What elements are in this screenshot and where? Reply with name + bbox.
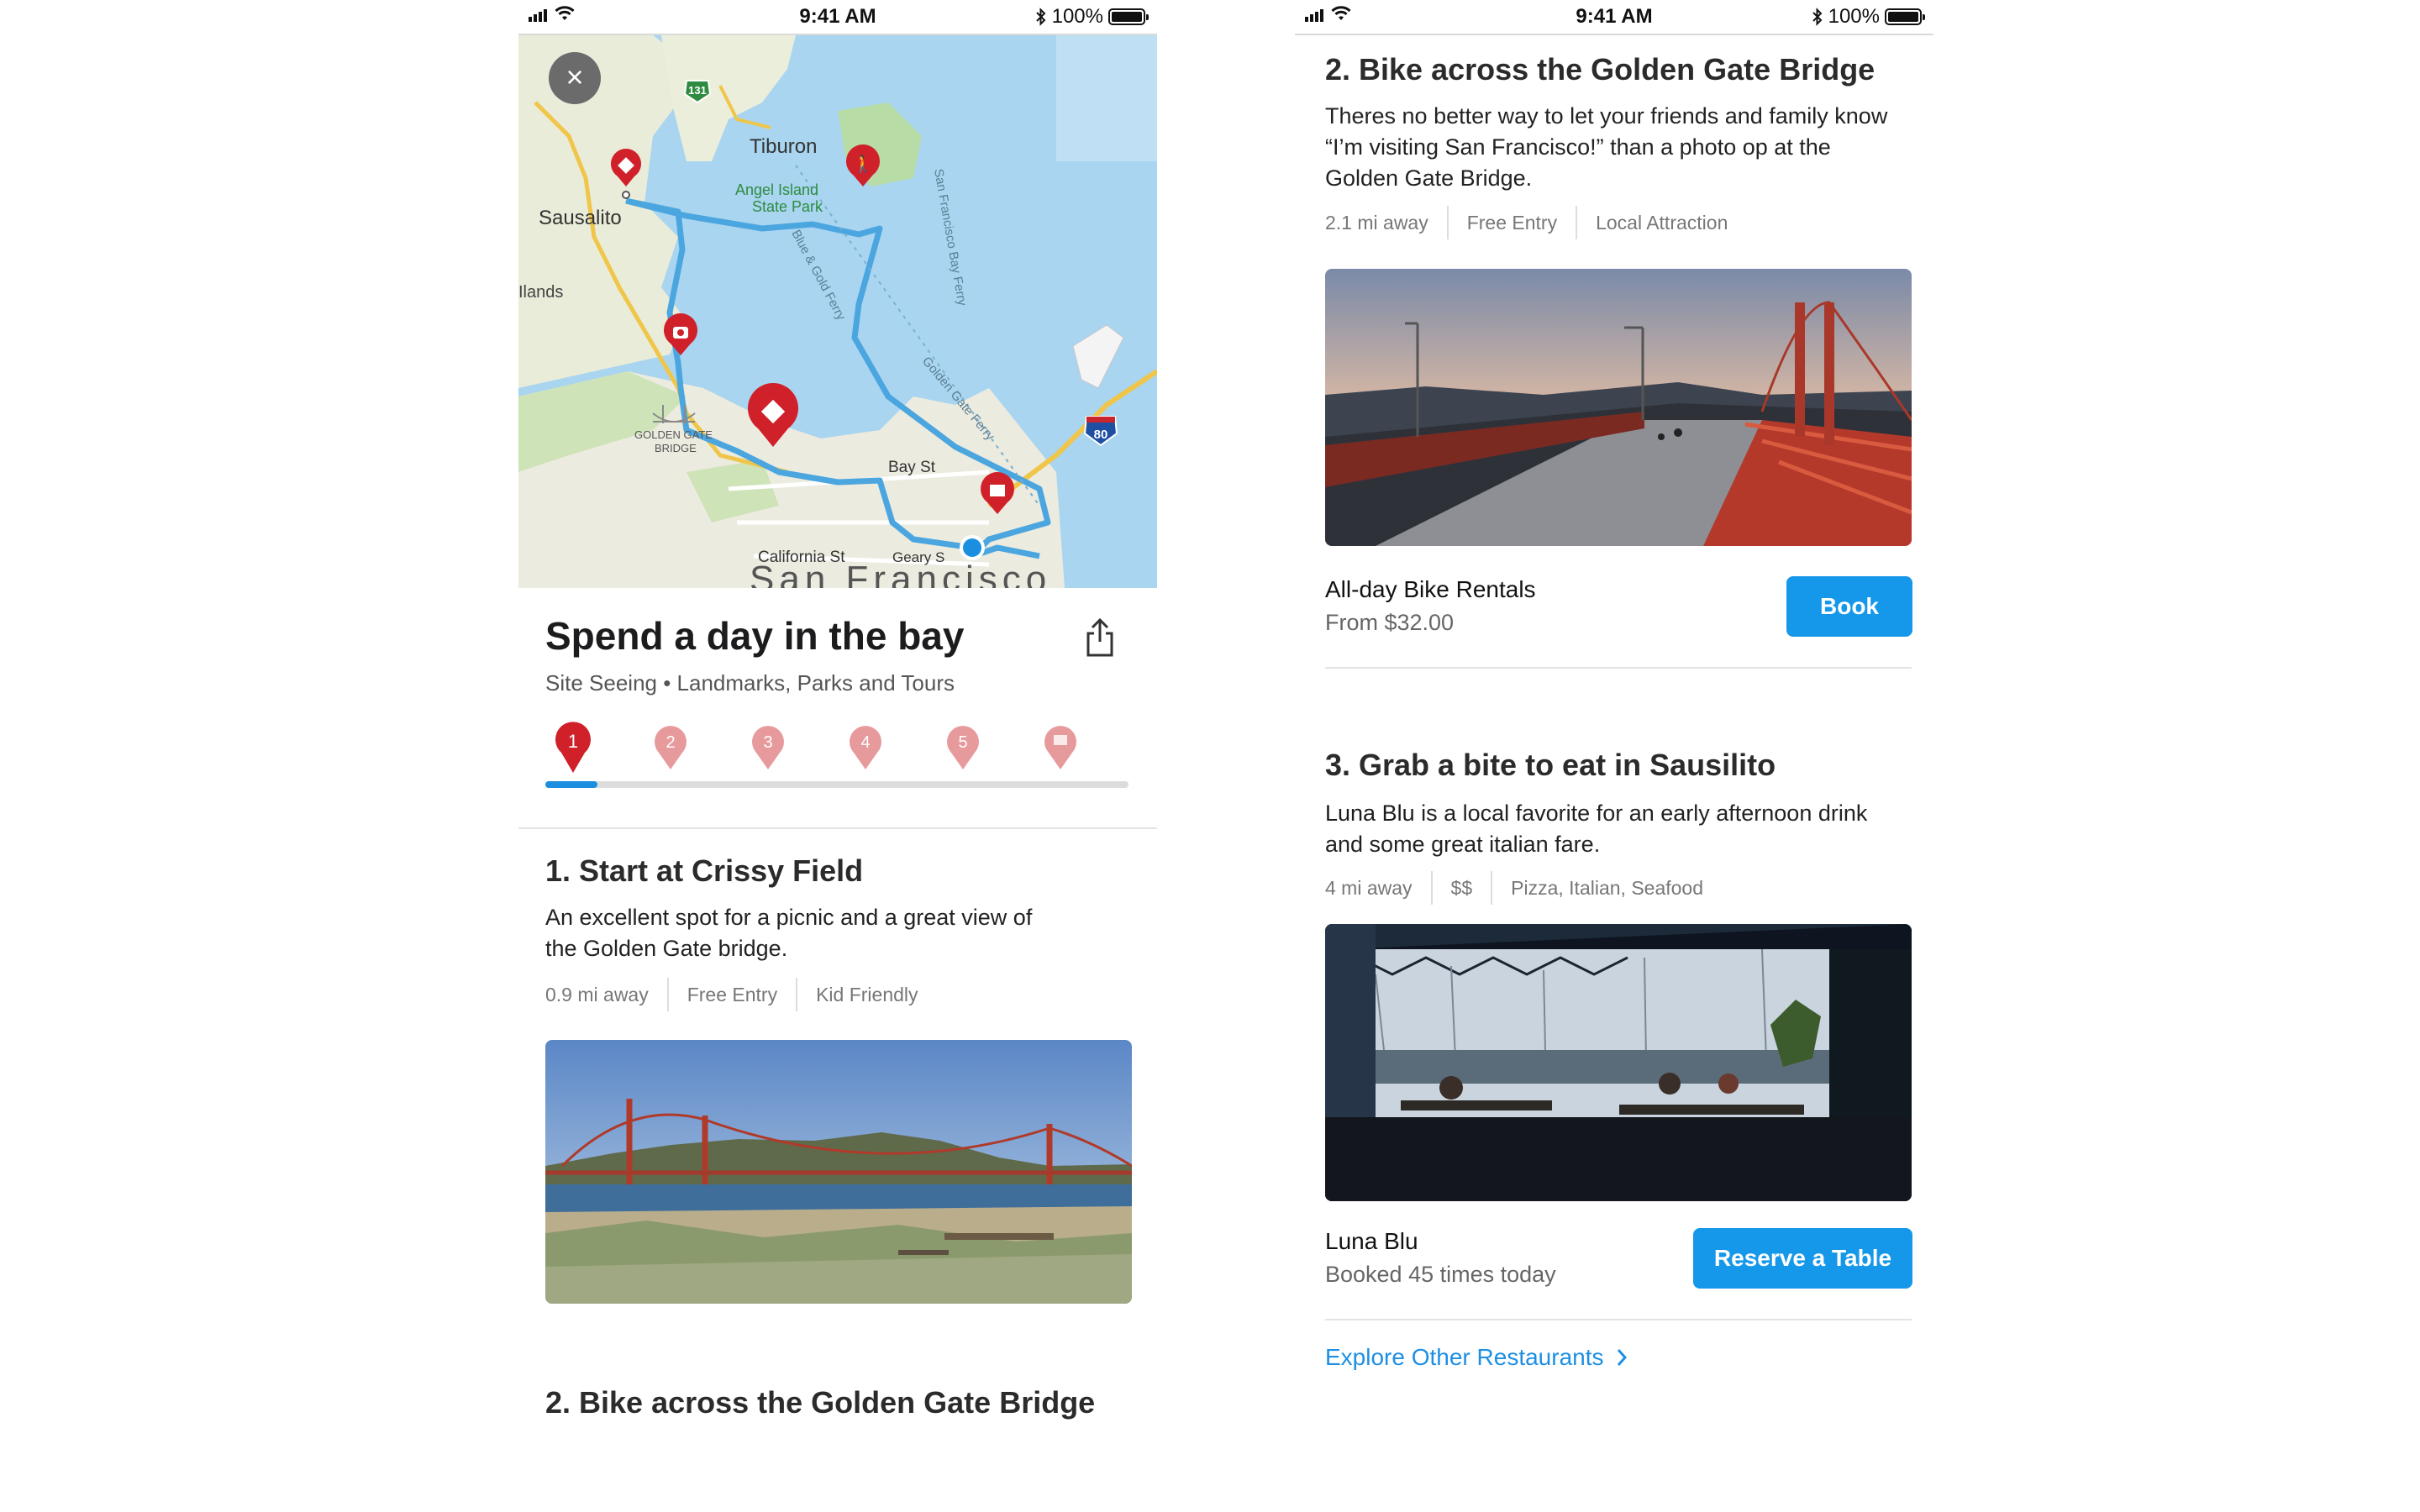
finish-flag-icon: [1054, 735, 1067, 745]
step-number: 4: [860, 733, 870, 752]
golden-gate-bridge-photo[interactable]: [1325, 269, 1912, 546]
meta-price: $$: [1430, 871, 1491, 905]
progress-fill: [545, 781, 598, 788]
meta-distance: 2.1 mi away: [1325, 212, 1428, 234]
section-1-meta: 0.9 mi away Free Entry Kid Friendly: [545, 978, 937, 1011]
section-3-meta: 4 mi away $$ Pizza, Italian, Seafood: [1325, 871, 1722, 905]
battery-icon: [1108, 8, 1149, 25]
share-icon[interactable]: [1083, 617, 1117, 659]
map-label-bay-st: Bay St: [888, 459, 936, 476]
status-bar: 9:41 AM 100%: [518, 0, 1157, 35]
trip-subtitle: Site Seeing • Landmarks, Parks and Tours: [545, 670, 955, 696]
battery-percent: 100%: [1828, 5, 1880, 28]
explore-restaurants-link[interactable]: Explore Other Restaurants: [1325, 1344, 1628, 1371]
reserve-table-button[interactable]: Reserve a Table: [1693, 1228, 1912, 1289]
bluetooth-icon: [1035, 8, 1046, 26]
section-1-title: 1. Start at Crissy Field: [545, 853, 864, 888]
map-label-sf-bay-ferry: San Francisco Bay Ferry: [931, 168, 969, 307]
battery-percent: 100%: [1051, 5, 1103, 28]
section-2-title-left: 2. Bike across the Golden Gate Bridge: [545, 1385, 1096, 1420]
step-pin-5[interactable]: 5: [944, 721, 982, 774]
close-icon: ×: [566, 60, 584, 94]
bike-rental-price: From $32.00: [1325, 610, 1455, 635]
progress-track: [545, 781, 1128, 788]
map-label-tiburon: Tiburon: [750, 135, 817, 158]
map-label-blue-gold-ferry: Blue & Gold Ferry: [788, 228, 848, 323]
step-pin-2[interactable]: 2: [651, 721, 690, 774]
meta-distance: 4 mi away: [1325, 877, 1413, 899]
meta-tag: Local Attraction: [1576, 206, 1746, 239]
status-bar: 9:41 AM 100%: [1295, 0, 1933, 35]
map-label-golden-gate: GOLDEN GATE: [634, 428, 713, 441]
map-label-angel-island: Angel Island: [735, 181, 818, 198]
restaurant-bookings: Booked 45 times today: [1325, 1262, 1556, 1287]
explore-link-label: Explore Other Restaurants: [1325, 1344, 1604, 1370]
route-map[interactable]: 131 80 Tiburon Angel Island State Park S…: [518, 35, 1157, 588]
step-number: 2: [666, 733, 675, 752]
book-button[interactable]: Book: [1786, 576, 1912, 637]
step-number: 5: [958, 733, 967, 752]
step-progress: 1 2 3 4 5: [545, 721, 1128, 788]
meta-tag: Kid Friendly: [796, 978, 936, 1011]
step-pin-finish[interactable]: [1041, 721, 1080, 774]
map-canvas: 131 80 Tiburon Angel Island State Park S…: [518, 35, 1157, 588]
map-label-highlands: Ilands: [518, 283, 563, 302]
map-label-bridge: BRIDGE: [655, 442, 697, 454]
trip-header: Spend a day in the bay Site Seeing • Lan…: [545, 613, 1134, 696]
section-3-desc: Luna Blu is a local favorite for an earl…: [1325, 798, 1905, 860]
restaurant-link[interactable]: Luna Blu: [1325, 801, 1415, 826]
step-pin-4[interactable]: 4: [846, 721, 885, 774]
step-pin-3[interactable]: 3: [749, 721, 787, 774]
meta-entry: Free Entry: [666, 978, 796, 1011]
section-divider: [1325, 667, 1912, 669]
interstate-80-shield: 80: [1083, 416, 1118, 447]
step-number: 3: [763, 733, 772, 752]
meta-distance: 0.9 mi away: [545, 984, 649, 1005]
chevron-right-icon: [1617, 1349, 1627, 1366]
svg-text:80: 80: [1094, 428, 1108, 442]
meta-cuisine: Pizza, Italian, Seafood: [1491, 871, 1722, 905]
section-3-title: 3. Grab a bite to eat in Sausilito: [1325, 748, 1776, 782]
section-2-meta: 2.1 mi away Free Entry Local Attraction: [1325, 206, 1746, 239]
header-divider: [518, 827, 1157, 829]
svg-text:🚶: 🚶: [853, 154, 874, 174]
map-label-san-francisco: San Francisco: [750, 559, 1051, 588]
section-divider: [1325, 1319, 1912, 1320]
luna-blu-photo[interactable]: [1325, 924, 1912, 1201]
section-2-desc: Theres no better way to let your friends…: [1325, 103, 1888, 191]
battery-icon: [1885, 8, 1925, 25]
close-button[interactable]: ×: [549, 52, 601, 104]
crissy-field-photo[interactable]: [545, 1040, 1132, 1304]
bike-rental-name: All-day Bike Rentals: [1325, 576, 1536, 602]
phone-screen-right: 9:41 AM 100% 2. Bike across the Golden G…: [1295, 0, 1933, 1512]
phone-screen-left: 9:41 AM 100% 131 80 Tiburon Angel Island…: [518, 0, 1157, 1512]
meta-entry: Free Entry: [1446, 206, 1576, 239]
map-label-sausalito: Sausalito: [539, 207, 622, 229]
map-label-state-park: State Park: [752, 198, 823, 215]
section-2-title: 2. Bike across the Golden Gate Bridge: [1325, 52, 1876, 87]
bluetooth-icon: [1812, 8, 1823, 26]
step-pin-1[interactable]: 1: [554, 721, 592, 774]
restaurant-name: Luna Blu: [1325, 1228, 1418, 1254]
page-title: Spend a day in the bay: [545, 614, 965, 658]
svg-text:131: 131: [688, 84, 707, 97]
section-1-desc: An excellent spot for a picnic and a gre…: [545, 905, 1033, 961]
step-number: 1: [568, 731, 578, 752]
